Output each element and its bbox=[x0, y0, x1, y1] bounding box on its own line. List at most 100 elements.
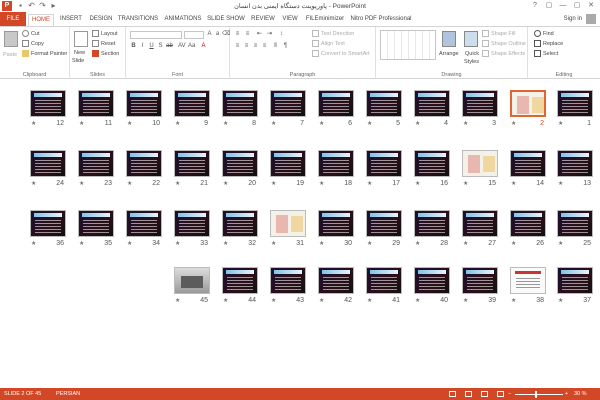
slide-thumbnail[interactable] bbox=[126, 210, 162, 237]
slide-thumbnail[interactable] bbox=[318, 150, 354, 177]
slide-thumbnail[interactable] bbox=[510, 150, 546, 177]
transition-star-icon[interactable]: ★ bbox=[558, 298, 563, 305]
start-from-beginning-icon[interactable]: ▸ bbox=[49, 1, 58, 10]
text-direction-button[interactable]: Text Direction bbox=[312, 30, 354, 38]
transition-star-icon[interactable]: ★ bbox=[558, 121, 563, 128]
transition-star-icon[interactable]: ★ bbox=[558, 181, 563, 188]
paste-icon[interactable] bbox=[4, 31, 18, 47]
language-indicator[interactable]: PERSIAN bbox=[56, 390, 80, 398]
slide-thumbnail[interactable] bbox=[174, 150, 210, 177]
transition-star-icon[interactable]: ★ bbox=[175, 298, 180, 305]
align-center-icon[interactable]: ≡ bbox=[243, 43, 250, 50]
reading-view-icon[interactable] bbox=[481, 391, 488, 397]
shadow-icon[interactable]: S bbox=[157, 43, 164, 50]
bullets-icon[interactable]: ≡ bbox=[234, 31, 241, 38]
transition-star-icon[interactable]: ★ bbox=[175, 241, 180, 248]
transition-star-icon[interactable]: ★ bbox=[415, 121, 420, 128]
save-icon[interactable]: ▪ bbox=[16, 1, 25, 10]
sign-in-link[interactable]: Sign in bbox=[564, 16, 582, 22]
slide-thumbnail[interactable] bbox=[126, 90, 162, 117]
ribbon-display-options-button[interactable]: ▢ bbox=[542, 0, 556, 11]
slide-thumbnail[interactable] bbox=[78, 210, 114, 237]
slide-thumbnail[interactable] bbox=[414, 150, 450, 177]
font-size-box[interactable] bbox=[184, 31, 204, 39]
tab-animations[interactable]: ANIMATIONS bbox=[163, 14, 203, 26]
increase-font-icon[interactable]: A bbox=[206, 31, 213, 38]
slide-thumbnail[interactable] bbox=[510, 210, 546, 237]
slide-thumbnail[interactable] bbox=[270, 210, 306, 237]
shape-outline-button[interactable]: Shape Outline bbox=[482, 40, 526, 48]
transition-star-icon[interactable]: ★ bbox=[415, 181, 420, 188]
transition-star-icon[interactable]: ★ bbox=[271, 241, 276, 248]
slide-thumbnail[interactable] bbox=[557, 267, 593, 294]
slide-thumbnail[interactable] bbox=[462, 90, 498, 117]
tab-review[interactable]: REVIEW bbox=[249, 14, 277, 26]
align-text-button[interactable]: Align Text bbox=[312, 40, 345, 48]
strikethrough-icon[interactable]: ab bbox=[166, 43, 173, 50]
slide-thumbnail[interactable] bbox=[557, 90, 593, 117]
replace-button[interactable]: Replace bbox=[534, 40, 563, 48]
paste-button[interactable]: Paste bbox=[3, 51, 17, 59]
tab-transitions[interactable]: TRANSITIONS bbox=[117, 14, 159, 26]
transition-star-icon[interactable]: ★ bbox=[319, 241, 324, 248]
layout-button[interactable]: Layout bbox=[92, 30, 118, 38]
help-button[interactable]: ? bbox=[528, 0, 542, 11]
slide-thumbnail[interactable] bbox=[414, 267, 450, 294]
shape-fill-button[interactable]: Shape Fill bbox=[482, 30, 515, 38]
slide-thumbnail[interactable] bbox=[126, 150, 162, 177]
reset-button[interactable]: Reset bbox=[92, 40, 115, 48]
minimize-button[interactable]: — bbox=[556, 0, 570, 11]
slide-thumbnail[interactable] bbox=[510, 267, 546, 294]
font-name-box[interactable] bbox=[130, 31, 182, 39]
tab-nitro-pdf[interactable]: Nitro PDF Professional bbox=[350, 14, 412, 26]
tab-file[interactable]: FILE bbox=[0, 12, 26, 26]
slide-thumbnail[interactable] bbox=[510, 90, 546, 117]
slide-thumbnail[interactable] bbox=[222, 90, 258, 117]
arrange-icon[interactable] bbox=[442, 31, 456, 47]
transition-star-icon[interactable]: ★ bbox=[79, 241, 84, 248]
transition-star-icon[interactable]: ★ bbox=[511, 241, 516, 248]
slide-thumbnail[interactable] bbox=[366, 210, 402, 237]
transition-star-icon[interactable]: ★ bbox=[271, 121, 276, 128]
transition-star-icon[interactable]: ★ bbox=[127, 241, 132, 248]
decrease-indent-icon[interactable]: ⇤ bbox=[256, 31, 263, 38]
italic-icon[interactable]: I bbox=[139, 43, 146, 50]
zoom-slider[interactable] bbox=[515, 394, 563, 395]
transition-star-icon[interactable]: ★ bbox=[271, 298, 276, 305]
transition-star-icon[interactable]: ★ bbox=[511, 121, 516, 128]
transition-star-icon[interactable]: ★ bbox=[511, 181, 516, 188]
rtl-icon[interactable]: ¶ bbox=[282, 43, 289, 50]
character-spacing-icon[interactable]: AV bbox=[178, 43, 186, 50]
tab-design[interactable]: DESIGN bbox=[88, 14, 114, 26]
tab-insert[interactable]: INSERT bbox=[58, 14, 84, 26]
slide-thumbnail[interactable] bbox=[462, 150, 498, 177]
font-color-icon[interactable]: A bbox=[200, 43, 207, 50]
transition-star-icon[interactable]: ★ bbox=[79, 121, 84, 128]
slide-thumbnail[interactable] bbox=[30, 90, 66, 117]
zoom-slider-thumb[interactable] bbox=[535, 391, 537, 398]
zoom-in-button[interactable]: + bbox=[565, 390, 568, 398]
redo-icon[interactable]: ↷ bbox=[38, 1, 47, 10]
transition-star-icon[interactable]: ★ bbox=[223, 298, 228, 305]
copy-button[interactable]: Copy bbox=[22, 40, 44, 48]
slide-show-view-icon[interactable] bbox=[497, 391, 504, 397]
tab-view[interactable]: VIEW bbox=[280, 14, 300, 26]
quick-styles-button[interactable]: Quick bbox=[465, 50, 479, 58]
select-button[interactable]: Select bbox=[534, 50, 558, 58]
transition-star-icon[interactable]: ★ bbox=[31, 181, 36, 188]
increase-indent-icon[interactable]: ⇥ bbox=[266, 31, 273, 38]
slide-thumbnail[interactable] bbox=[78, 90, 114, 117]
slide-thumbnail[interactable] bbox=[270, 150, 306, 177]
cut-button[interactable]: Cut bbox=[22, 30, 40, 38]
tab-fileminimizer[interactable]: FILEminimizer bbox=[304, 14, 346, 26]
transition-star-icon[interactable]: ★ bbox=[319, 298, 324, 305]
justify-icon[interactable]: ≡ bbox=[261, 43, 268, 50]
find-button[interactable]: Find bbox=[534, 30, 554, 38]
quick-styles-icon[interactable] bbox=[464, 31, 478, 47]
slide-thumbnail[interactable] bbox=[318, 90, 354, 117]
transition-star-icon[interactable]: ★ bbox=[127, 181, 132, 188]
align-left-icon[interactable]: ≡ bbox=[234, 43, 241, 50]
slide-thumbnail[interactable] bbox=[222, 210, 258, 237]
numbering-icon[interactable]: ≡ bbox=[244, 31, 251, 38]
line-spacing-icon[interactable]: ↕ bbox=[278, 31, 285, 38]
